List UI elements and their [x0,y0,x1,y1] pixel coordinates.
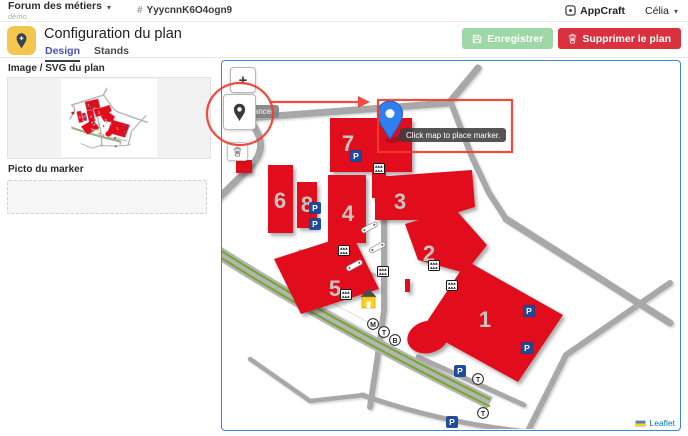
leaflet-link[interactable]: Leaflet [649,418,675,428]
channel-id: # YyycnnK6O4ogn9 [137,5,232,16]
caret-down-icon: ▾ [674,7,678,16]
plan-thumbnail [61,79,157,157]
channel-code: YyycnnK6O4ogn9 [147,5,233,16]
remove-marker-button[interactable] [227,142,248,161]
marker-picto-label: Picto du marker [8,164,215,175]
top-bar: Forum des métiers démo ▾ # YyycnnK6O4ogn… [0,0,688,22]
place-marker-button[interactable] [223,94,256,130]
save-icon [472,34,482,44]
trash-icon [568,33,577,44]
page-header: Configuration du plan Design Stands Enre… [0,22,688,58]
map-canvas [222,61,680,429]
tab-design[interactable]: Design [45,45,80,62]
trash-icon [233,146,242,157]
plan-image-upload[interactable] [7,77,211,159]
marker-tool-icon [232,102,247,122]
user-name: Célia [645,5,669,17]
map-tooltip: Click map to place marker. [400,128,506,142]
tab-bar: Design Stands [45,45,129,62]
leaflet-map[interactable]: Click map to place marker. + Cancel Leaf… [221,60,681,431]
tab-stands[interactable]: Stands [94,45,129,62]
hash-icon: # [137,5,143,16]
plan-image-label: Image / SVG du plan [8,63,215,74]
plan-pin-icon [7,26,36,55]
user-menu[interactable]: Célia ▾ [645,5,678,17]
appcraft-logo-icon [565,5,576,16]
ukraine-flag-icon [635,420,646,427]
sidebar: Image / SVG du plan Picto du marker [0,58,215,214]
caret-down-icon: ▾ [107,3,111,12]
page-title: Configuration du plan [44,26,182,42]
marker-picto-upload[interactable] [7,180,207,214]
event-name: Forum des métiers [8,1,102,12]
zoom-in-button[interactable]: + [230,67,256,93]
delete-plan-button[interactable]: Supprimer le plan [558,28,681,49]
map-attribution: Leaflet [631,417,679,429]
event-switcher[interactable]: Forum des métiers démo ▾ [8,1,111,20]
brand-link[interactable]: AppCraft [565,5,625,17]
event-subtitle: démo [8,13,102,21]
brand-name: AppCraft [580,5,625,17]
save-button[interactable]: Enregistrer [462,28,553,49]
